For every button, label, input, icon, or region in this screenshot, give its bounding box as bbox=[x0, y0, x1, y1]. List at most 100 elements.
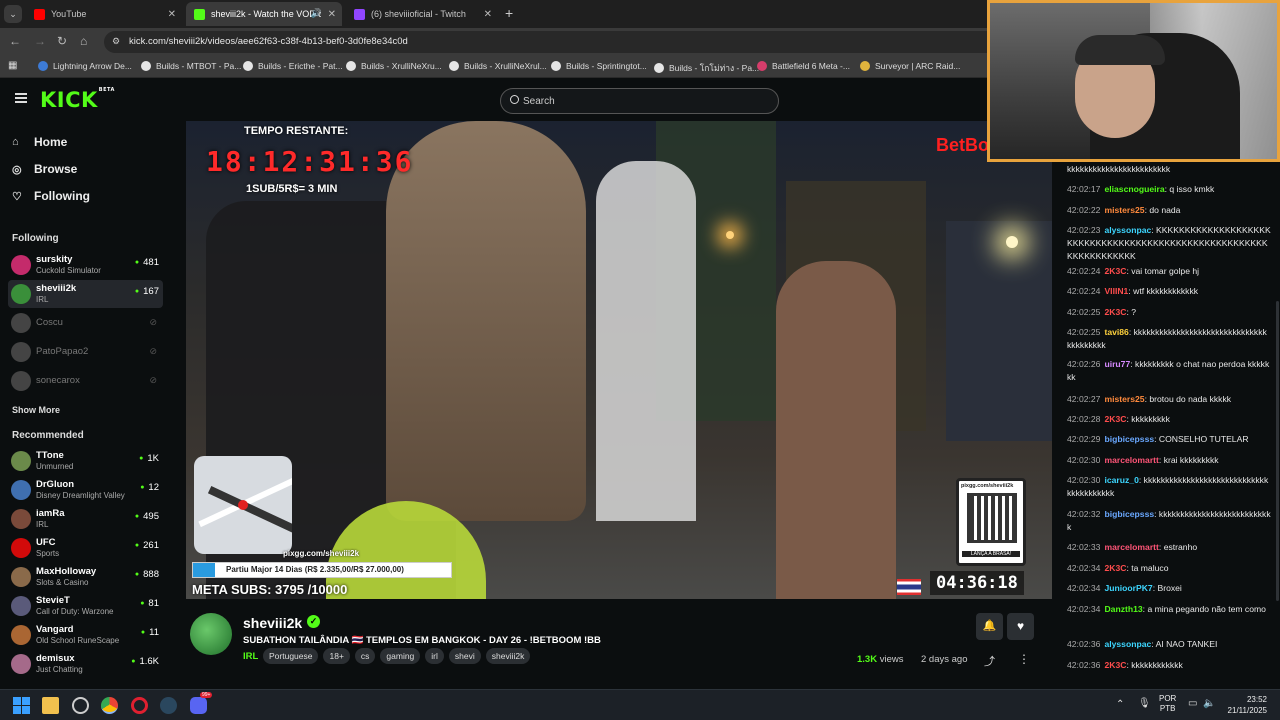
back-icon[interactable]: ← bbox=[9, 34, 21, 48]
volume-icon[interactable]: 🔈 bbox=[1203, 698, 1215, 709]
chat-username[interactable]: eliascnogueira bbox=[1104, 184, 1164, 194]
following-channel[interactable]: sonecarox ⊘ bbox=[8, 367, 163, 395]
recommended-channel[interactable]: Vangard Old School RuneScape 11 bbox=[8, 621, 163, 649]
bookmark-item[interactable]: Builds - XrulliNeXru... bbox=[346, 61, 442, 71]
channel-avatar[interactable] bbox=[190, 613, 232, 655]
webcam-overlay bbox=[987, 0, 1280, 162]
chrome-icon[interactable] bbox=[101, 697, 118, 714]
monitor-icon[interactable]: ▭ bbox=[1188, 698, 1197, 709]
sidebar-item-following[interactable]: ♡ Following bbox=[12, 189, 90, 203]
tag-chip[interactable]: gaming bbox=[380, 648, 421, 664]
more-options-icon[interactable]: ⋮ bbox=[1018, 652, 1030, 666]
chat-username[interactable]: 2K3C bbox=[1104, 414, 1126, 424]
tag-chip[interactable]: 18+ bbox=[323, 648, 350, 664]
browser-settings-icon[interactable] bbox=[72, 697, 89, 714]
bookmark-item[interactable]: Builds - XrulliNeXrul... bbox=[449, 61, 547, 71]
following-channel[interactable]: PatoPapao2 ⊘ bbox=[8, 338, 163, 366]
category-link[interactable]: IRL bbox=[243, 651, 258, 662]
chat-username[interactable]: marcelomartt bbox=[1104, 455, 1158, 465]
home-icon[interactable]: ⌂ bbox=[80, 34, 87, 48]
chat-username[interactable]: marcelomartt bbox=[1104, 542, 1158, 552]
chat-username[interactable]: icaruz_0 bbox=[1104, 475, 1138, 485]
recommended-channel[interactable]: StevieT Call of Duty: Warzone 81 bbox=[8, 592, 163, 620]
menu-icon[interactable] bbox=[15, 93, 27, 103]
offline-icon: ⊘ bbox=[149, 317, 157, 327]
url-field[interactable]: ⚙ kick.com/sheviii2k/videos/aee62f63-c38… bbox=[104, 31, 1004, 53]
sidebar-item-home[interactable]: ⌂ Home bbox=[12, 135, 67, 149]
bookmark-item[interactable]: Builds - โกโม่ท่าง - Pa... bbox=[654, 61, 759, 75]
chat-scrollbar[interactable] bbox=[1276, 301, 1279, 601]
bookmark-item[interactable]: Builds - Ericthe - Pat... bbox=[243, 61, 343, 71]
close-icon[interactable]: ✕ bbox=[328, 9, 336, 20]
channel-name[interactable]: sheviii2k bbox=[243, 615, 302, 631]
microphone-icon[interactable]: 🎙 bbox=[1138, 698, 1151, 709]
reload-icon[interactable]: ↻ bbox=[57, 34, 67, 48]
chat-username[interactable]: alyssonpac bbox=[1104, 225, 1151, 235]
language-indicator[interactable]: POR PTB bbox=[1159, 694, 1176, 714]
kick-logo[interactable]: KICKBETA bbox=[40, 87, 115, 112]
clock[interactable]: 23:52 21/11/2025 bbox=[1225, 694, 1267, 716]
bookmark-item[interactable]: Lightning Arrow De... bbox=[38, 61, 132, 71]
chat-username[interactable]: tavi86 bbox=[1104, 327, 1128, 337]
tab-search-button[interactable]: ⌄ bbox=[4, 5, 22, 23]
chat-username[interactable]: misters25 bbox=[1104, 394, 1144, 404]
chat-username[interactable]: 2K3C bbox=[1104, 660, 1126, 670]
tag-chip[interactable]: irl bbox=[425, 648, 444, 664]
opera-icon[interactable] bbox=[131, 697, 148, 714]
close-icon[interactable]: ✕ bbox=[168, 9, 176, 20]
follow-button[interactable]: ♥ bbox=[1007, 613, 1034, 640]
chat-username[interactable]: bigbicepsss bbox=[1104, 434, 1154, 444]
following-channel[interactable]: Coscu ⊘ bbox=[8, 309, 163, 337]
chat-username[interactable]: alyssonpac bbox=[1104, 639, 1151, 649]
chat-username[interactable]: JunioorPK7 bbox=[1104, 583, 1152, 593]
apps-grid-icon[interactable]: ▦ bbox=[8, 60, 17, 71]
following-channel[interactable]: surskity Cuckold Simulator 481 bbox=[8, 251, 163, 279]
forward-icon[interactable]: → bbox=[34, 34, 46, 48]
tab-youtube[interactable]: YouTube ✕ bbox=[26, 2, 182, 26]
tab-kick[interactable]: sheviii2k - Watch the VOD o 🔊 ✕ bbox=[186, 2, 342, 26]
recommended-channel[interactable]: UFC Sports 261 bbox=[8, 534, 163, 562]
avatar bbox=[11, 342, 31, 362]
recommended-channel[interactable]: iamRa IRL 495 bbox=[8, 505, 163, 533]
chat-username[interactable]: 2K3C bbox=[1104, 266, 1126, 276]
video-player[interactable]: TEMPO RESTANTE: 18:12:31:36 1SUB/5R$= 3 … bbox=[186, 121, 1052, 599]
discord-icon[interactable]: 99+ bbox=[190, 692, 213, 714]
chat-text: estranho bbox=[1163, 542, 1198, 552]
sidebar-item-browse[interactable]: ◎ Browse bbox=[12, 162, 77, 176]
search-input[interactable]: Search bbox=[500, 88, 779, 114]
chat-username[interactable]: 2K3C bbox=[1104, 563, 1126, 573]
chat-username[interactable]: misters25 bbox=[1104, 205, 1144, 215]
sub-rate-text: 1SUB/5R$= 3 MIN bbox=[246, 183, 338, 195]
tray-chevron-icon[interactable]: ⌃ bbox=[1116, 699, 1124, 710]
start-icon[interactable] bbox=[13, 697, 30, 714]
bookmark-item[interactable]: Surveyor | ARC Raid... bbox=[860, 61, 960, 71]
site-info-icon[interactable]: ⚙ bbox=[112, 36, 120, 47]
steam-icon[interactable] bbox=[160, 697, 177, 714]
tab-twitch[interactable]: (6) sheviiioficial - Twitch ✕ bbox=[346, 2, 498, 26]
recommended-channel[interactable]: DrGluon Disney Dreamlight Valley 12 bbox=[8, 476, 163, 504]
bookmark-item[interactable]: Battlefield 6 Meta -... bbox=[757, 61, 850, 71]
recommended-channel[interactable]: MaxHolloway Slots & Casino 888 bbox=[8, 563, 163, 591]
tag-chip[interactable]: shevi bbox=[448, 648, 481, 664]
chat-username[interactable]: uiru77 bbox=[1104, 359, 1130, 369]
recommended-channel[interactable]: demisux Just Chatting 1.6K bbox=[8, 650, 163, 678]
recommended-channel[interactable]: TTone Unmurned 1K bbox=[8, 447, 163, 475]
bookmark-item[interactable]: Builds - Sprintingtot... bbox=[551, 61, 647, 71]
file-explorer-icon[interactable] bbox=[42, 697, 59, 714]
chat-username[interactable]: bigbicepsss bbox=[1104, 509, 1154, 519]
tag-chip[interactable]: Portuguese bbox=[263, 648, 319, 664]
tag-chip[interactable]: cs bbox=[354, 648, 376, 664]
share-icon[interactable]: ⤴ bbox=[984, 653, 995, 669]
bookmark-item[interactable]: Builds - MTBOT - Pa... bbox=[141, 61, 241, 71]
chat-username[interactable]: Danzth13 bbox=[1104, 604, 1142, 614]
tag-chip[interactable]: sheviii2k bbox=[485, 648, 531, 664]
notify-button[interactable]: 🔔 bbox=[976, 613, 1003, 640]
show-more-button[interactable]: Show More bbox=[12, 405, 60, 415]
speaker-icon[interactable]: 🔊 bbox=[311, 8, 322, 19]
chat-username[interactable]: VIIIN1 bbox=[1104, 286, 1128, 296]
close-icon[interactable]: ✕ bbox=[484, 9, 492, 20]
chat-username[interactable]: 2K3C bbox=[1104, 307, 1126, 317]
new-tab-button[interactable]: + bbox=[505, 5, 513, 21]
following-channel[interactable]: sheviii2k IRL 167 bbox=[8, 280, 163, 308]
chat-text: q isso kmkk bbox=[1169, 184, 1215, 194]
